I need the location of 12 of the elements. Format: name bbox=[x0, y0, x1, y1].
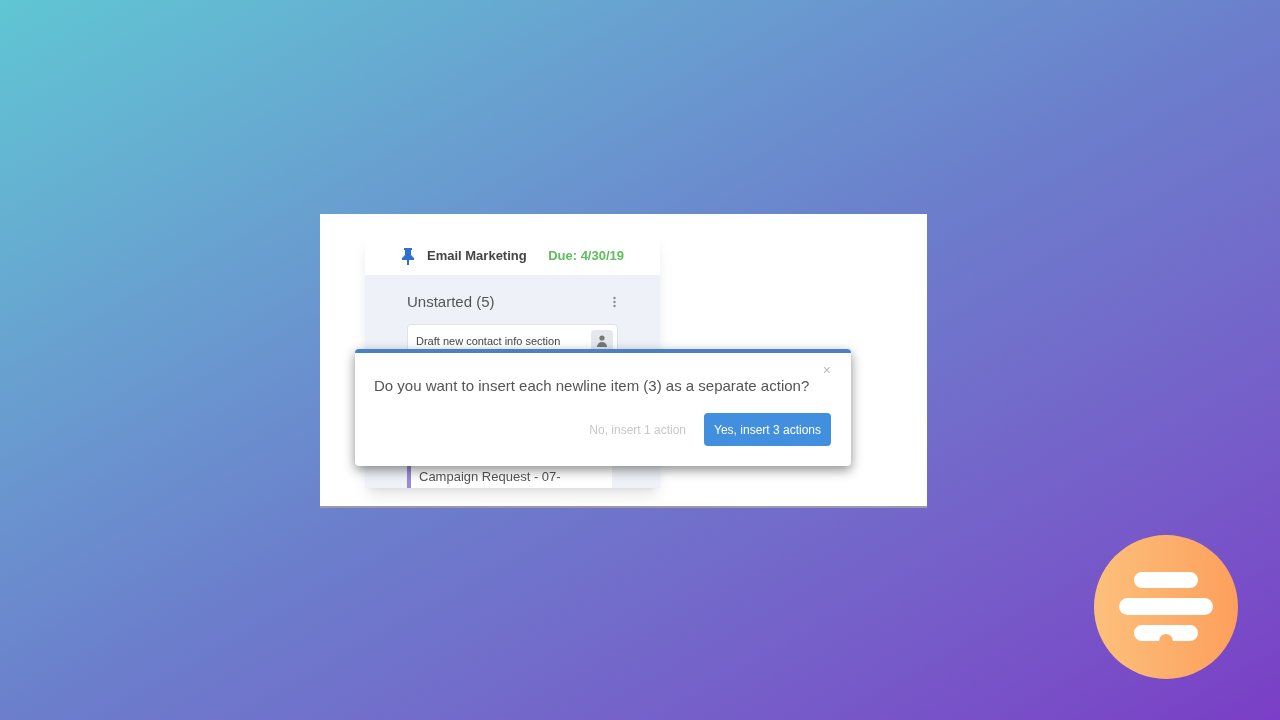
pin-icon bbox=[401, 247, 415, 265]
stacked-bars-icon bbox=[1119, 572, 1213, 642]
due-date: Due: 4/30/19 bbox=[548, 247, 624, 266]
more-options-icon[interactable] bbox=[613, 296, 616, 309]
task-title: Draft new contact info section bbox=[416, 333, 561, 349]
confirm-button[interactable]: Yes, insert 3 actions bbox=[704, 413, 831, 446]
project-title: Email Marketing bbox=[427, 247, 527, 266]
close-button[interactable]: × bbox=[822, 363, 831, 377]
person-icon[interactable] bbox=[591, 330, 613, 352]
dialog-message: Do you want to insert each newline item (3) as a separate action? bbox=[374, 376, 810, 396]
column-title: Unstarted (5) bbox=[407, 292, 495, 312]
task-title: Campaign Request - 07- bbox=[419, 468, 561, 486]
